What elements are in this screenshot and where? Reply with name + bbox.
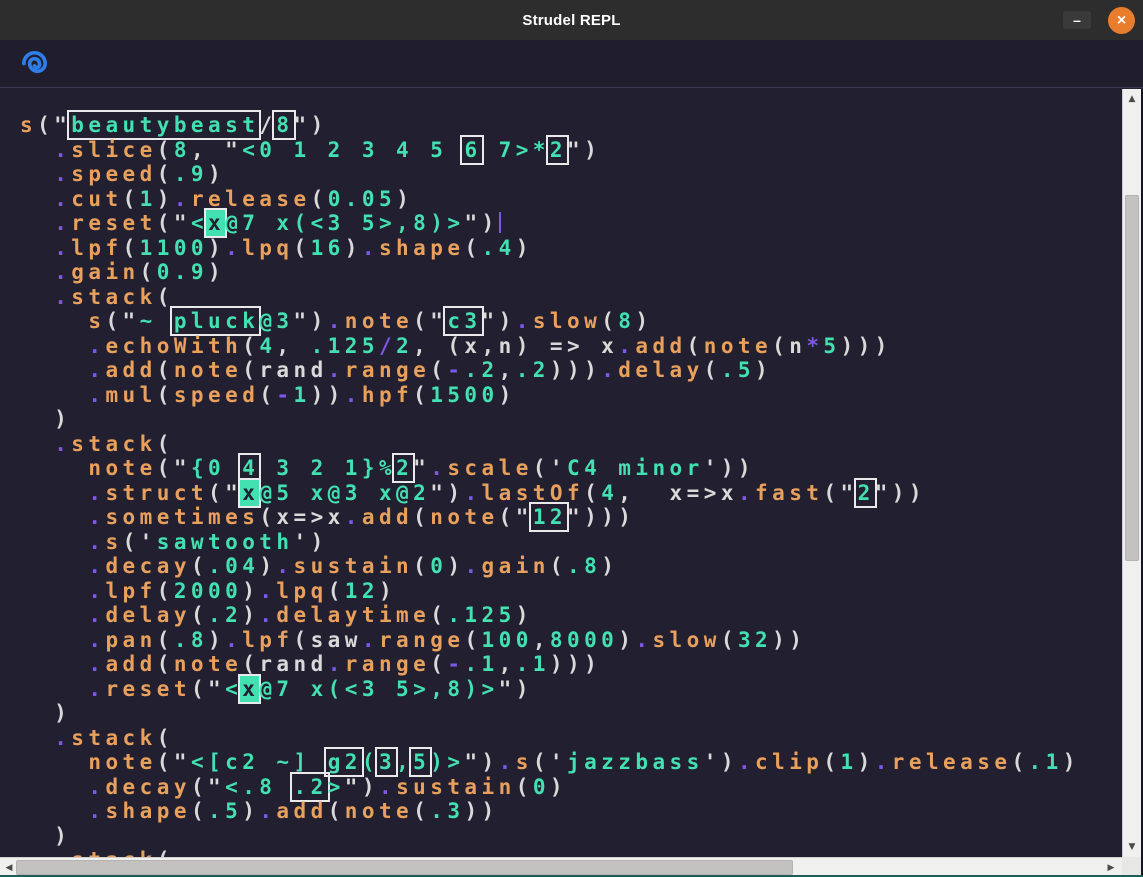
code-line: .decay("<.8 .2>").sustain(0) [20, 775, 1122, 800]
code-line: .add(note(rand.range(-.1,.1))) [20, 652, 1122, 677]
code-line: .stack( [20, 848, 1122, 857]
code-line: .stack( [20, 432, 1122, 457]
v-scrollbar[interactable]: ▲ ▼ [1122, 89, 1141, 857]
code-line: .gain(0.9) [20, 260, 1122, 285]
code-line: .struct("x@5 x@3 x@2").lastOf(4, x=>x.fa… [20, 481, 1122, 506]
code-line: note("{0 4 3 2 1}%2".scale('C4 minor')) [20, 456, 1122, 481]
code-line: .add(note(rand.range(-.2,.2))).delay(.5) [20, 358, 1122, 383]
scrollbar-corner [1122, 857, 1143, 877]
app-toolbar [0, 40, 1143, 88]
code-line: s("beautybeast/8") [20, 113, 1122, 138]
scroll-down-arrow-icon: ▼ [1129, 842, 1136, 852]
code-line: .lpf(1100).lpq(16).shape(.4) [20, 236, 1122, 261]
code-line: .slice(8, "<0 1 2 3 4 5 6 7>*2") [20, 138, 1122, 163]
code-line: .pan(.8).lpf(saw.range(100,8000).slow(32… [20, 628, 1122, 653]
code-line: .reset("<x@7 x(<3 5>,8)>") [20, 677, 1122, 702]
minimize-button[interactable]: – [1063, 11, 1091, 29]
close-icon: × [1117, 12, 1126, 30]
code-line: ) [20, 824, 1122, 849]
code-line: .reset("<x@7 x(<3 5>,8)>") [20, 211, 1122, 236]
h-scrollbar[interactable]: ◀ ▶ [0, 857, 1122, 877]
scroll-right-arrow-icon: ▶ [1108, 863, 1115, 873]
code-line: .stack( [20, 726, 1122, 751]
minimize-icon: – [1073, 12, 1081, 28]
code-line: .stack( [20, 285, 1122, 310]
v-scroll-thumb[interactable] [1125, 195, 1139, 561]
code-line: note("<[c2 ~] g2(3,5)>").s('jazzbass').c… [20, 750, 1122, 775]
v-scroll-up-button[interactable]: ▲ [1123, 91, 1141, 107]
strudel-repl-window: Strudel REPL – × s("beautybeast/8") .sli… [0, 0, 1143, 877]
window-title: Strudel REPL [522, 12, 620, 29]
strudel-spiral-logo-icon[interactable] [19, 48, 50, 79]
text-caret [499, 212, 501, 233]
code-area[interactable]: s("beautybeast/8") .slice(8, "<0 1 2 3 4… [0, 89, 1122, 857]
h-scroll-thumb[interactable] [16, 860, 793, 875]
code-line: .s('sawtooth') [20, 530, 1122, 555]
code-line: .speed(.9) [20, 162, 1122, 187]
code-editor[interactable]: s("beautybeast/8") .slice(8, "<0 1 2 3 4… [0, 89, 1122, 857]
code-line: .cut(1).release(0.05) [20, 187, 1122, 212]
scroll-up-arrow-icon: ▲ [1129, 94, 1136, 104]
code-line: .lpf(2000).lpq(12) [20, 579, 1122, 604]
code-line: ) [20, 407, 1122, 432]
code-line: .sometimes(x=>x.add(note("12"))) [20, 505, 1122, 530]
window-titlebar[interactable]: Strudel REPL – × [0, 0, 1143, 40]
code-line: .echoWith(4, .125/2, (x,n) => x.add(note… [20, 334, 1122, 359]
code-line: .shape(.5).add(note(.3)) [20, 799, 1122, 824]
code-line: .delay(.2).delaytime(.125) [20, 603, 1122, 628]
v-scroll-down-button[interactable]: ▼ [1123, 839, 1141, 855]
scroll-left-arrow-icon: ◀ [6, 863, 13, 873]
close-button[interactable]: × [1108, 7, 1135, 34]
code-line: .decay(.04).sustain(0).gain(.8) [20, 554, 1122, 579]
code-line: .mul(speed(-1)).hpf(1500) [20, 383, 1122, 408]
code-line: s("~ pluck@3").note("c3").slow(8) [20, 309, 1122, 334]
code-line: ) [20, 701, 1122, 726]
